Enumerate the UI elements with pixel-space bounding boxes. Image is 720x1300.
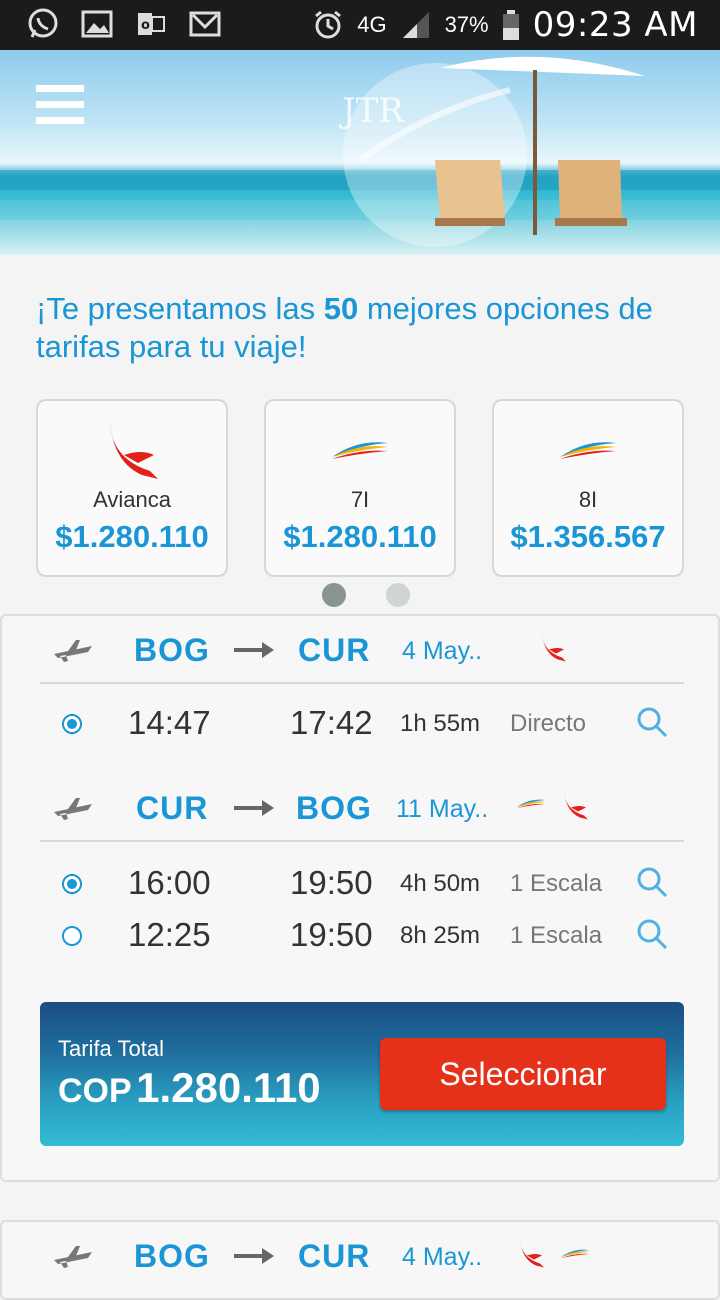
avianca-logo-icon	[38, 401, 226, 487]
destination-code: CUR	[298, 1238, 371, 1274]
menu-button[interactable]	[36, 85, 84, 129]
battery-icon	[501, 8, 521, 42]
airplane-icon	[54, 640, 92, 662]
flight-radio[interactable]	[62, 874, 82, 894]
insel-air-logo-icon	[561, 1249, 589, 1258]
avianca-logo-icon	[542, 633, 566, 662]
outbound-route-header: BOG CUR 4 May..	[40, 618, 684, 684]
airplane-icon	[54, 1246, 92, 1268]
flight-radio[interactable]	[62, 926, 82, 946]
arrival-time: 19:50	[290, 916, 373, 953]
insel-air-logo-icon	[266, 401, 454, 487]
departure-time: 14:47	[128, 704, 211, 741]
clock: 09:23 AM	[532, 5, 698, 45]
alarm-icon	[311, 8, 345, 42]
gallery-icon	[80, 7, 114, 41]
flight-stops: Directo	[510, 710, 587, 737]
origin-code: BOG	[134, 1238, 210, 1274]
total-fare-amount: COP 1.280.110	[58, 1064, 321, 1111]
departure-time: 16:00	[128, 864, 211, 901]
airplane-icon	[54, 798, 92, 820]
arrow-right-icon	[234, 1248, 274, 1264]
return-date: 11 May..	[396, 795, 489, 823]
gmail-icon	[188, 7, 222, 41]
outbound-route-header: BOG CUR 4 May..	[40, 1224, 684, 1290]
svg-text:JTR: JTR	[339, 91, 405, 131]
airline-card[interactable]: 8I $1.356.567	[492, 399, 684, 577]
carousel-dot[interactable]	[386, 583, 410, 607]
departure-time: 12:25	[128, 916, 211, 953]
carousel-pagination	[322, 583, 410, 607]
beach-image: JTR	[0, 56, 720, 247]
flight-option[interactable]: 16:00 19:50 4h 50m 1 Escala	[40, 860, 684, 910]
fare-result: BOG CUR 4 May..	[0, 1220, 720, 1300]
search-icon[interactable]	[636, 866, 668, 898]
signal-icon	[399, 8, 433, 42]
flight-stops: 1 Escala	[510, 870, 603, 897]
svg-text:o: o	[141, 18, 150, 33]
flight-option[interactable]: 12:25 19:50 8h 25m 1 Escala	[40, 912, 684, 962]
departure-date: 4 May..	[402, 637, 483, 665]
select-button[interactable]: Seleccionar	[380, 1038, 666, 1110]
destination-code: BOG	[296, 790, 372, 826]
network-type: 4G	[357, 12, 387, 37]
airline-card[interactable]: 7I $1.280.110	[264, 399, 456, 577]
outlook-icon: o	[134, 7, 168, 41]
flight-duration: 1h 55m	[400, 710, 481, 737]
status-bar: o 4G 37% 09:23 AM	[0, 0, 720, 50]
airline-card[interactable]: Avianca $1.280.110	[36, 399, 228, 577]
flight-option[interactable]: 14:47 17:42 1h 55m Directo	[40, 700, 684, 750]
origin-code: CUR	[136, 790, 209, 826]
page-title: ¡Te presentamos las 50 mejores opciones …	[36, 291, 653, 364]
fare-result: BOG CUR 4 May.. 14:47 17:42 1h 55m Direc…	[0, 614, 720, 1182]
arrival-time: 17:42	[290, 704, 373, 741]
insel-air-logo-icon	[494, 401, 682, 487]
return-route-header: CUR BOG 11 May..	[40, 776, 684, 842]
arrow-right-icon	[234, 800, 274, 816]
flight-stops: 1 Escala	[510, 922, 603, 949]
flight-radio[interactable]	[62, 714, 82, 734]
search-icon[interactable]	[636, 918, 668, 950]
flight-duration: 4h 50m	[400, 870, 481, 897]
origin-code: BOG	[134, 632, 210, 668]
hero-banner: JTR	[0, 50, 720, 255]
airline-carousel: Avianca $1.280.110 7I $1.280.110 8I $1.3…	[36, 399, 684, 577]
total-fare-label: Tarifa Total	[58, 1036, 164, 1061]
whatsapp-icon	[26, 7, 60, 41]
arrow-right-icon	[234, 642, 274, 658]
battery-percent: 37%	[444, 12, 489, 37]
search-icon[interactable]	[636, 706, 668, 738]
insel-air-logo-icon	[517, 799, 545, 808]
flight-duration: 8h 25m	[400, 922, 481, 949]
avianca-logo-icon	[564, 791, 588, 820]
avianca-logo-icon	[520, 1239, 544, 1268]
arrival-time: 19:50	[290, 864, 373, 901]
total-fare-panel: Tarifa Total COP 1.280.110 Seleccionar	[40, 1002, 684, 1146]
carousel-dot[interactable]	[322, 583, 346, 607]
destination-code: CUR	[298, 632, 371, 668]
departure-date: 4 May..	[402, 1243, 483, 1271]
